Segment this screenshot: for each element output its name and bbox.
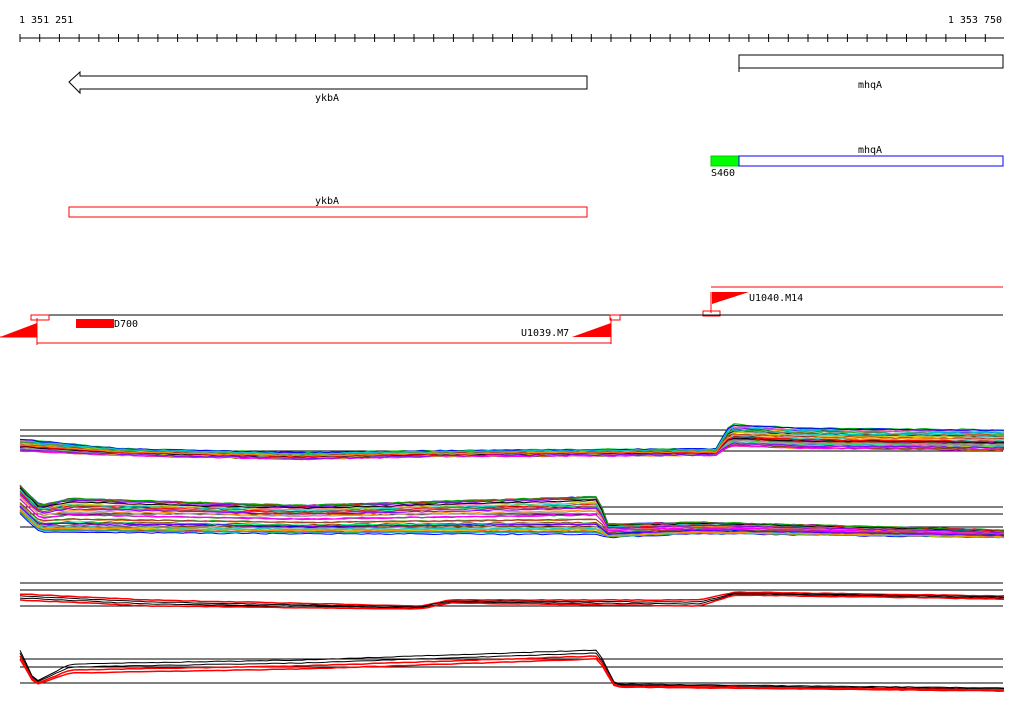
cds-ykbA-box[interactable] xyxy=(68,206,588,218)
cds-mhqA-box[interactable] xyxy=(738,155,1004,167)
gene-ykbA-label: ykbA xyxy=(315,93,339,104)
s460-feature-box[interactable] xyxy=(710,155,740,167)
cds-mhqA-label: mhqA xyxy=(858,145,882,156)
expression-panel-2 xyxy=(19,484,1005,539)
genome-browser-view: 1 351 251 1 353 750 ykbA mhqA mhqA S460 … xyxy=(0,15,1005,692)
coordinate-ruler: 1 351 251 1 353 750 xyxy=(19,15,1004,42)
cds-track: mhqA S460 ykbA xyxy=(68,145,1004,218)
left-bracket xyxy=(30,314,50,321)
gene-ykbA-arrow[interactable] xyxy=(68,70,588,95)
ruler-end-label: 1 353 750 xyxy=(948,15,1002,26)
ruler-start-label: 1 351 251 xyxy=(19,15,73,26)
expression-panel-4 xyxy=(19,649,1005,692)
expression-panel-1 xyxy=(19,423,1005,461)
u1039-flag[interactable] xyxy=(572,323,611,337)
feature-track: U1040.M14 D700 U1039.M7 xyxy=(0,286,1003,345)
u1039-label: U1039.M7 xyxy=(521,328,569,339)
u1040-label: U1040.M14 xyxy=(749,293,803,304)
s460-label: S460 xyxy=(711,168,735,179)
left-flag[interactable] xyxy=(0,323,37,337)
d700-label: D700 xyxy=(114,319,138,330)
gene-track: ykbA mhqA xyxy=(68,54,1004,104)
cds-ykbA-label: ykbA xyxy=(315,196,339,207)
gene-mhqA-box[interactable] xyxy=(738,54,1004,69)
u1040-flag[interactable] xyxy=(712,292,749,304)
expression-panel-3 xyxy=(19,582,1005,610)
d700-feature-box[interactable] xyxy=(76,319,114,328)
gene-mhqA-label: mhqA xyxy=(858,80,882,91)
expression-trace xyxy=(19,655,1005,691)
